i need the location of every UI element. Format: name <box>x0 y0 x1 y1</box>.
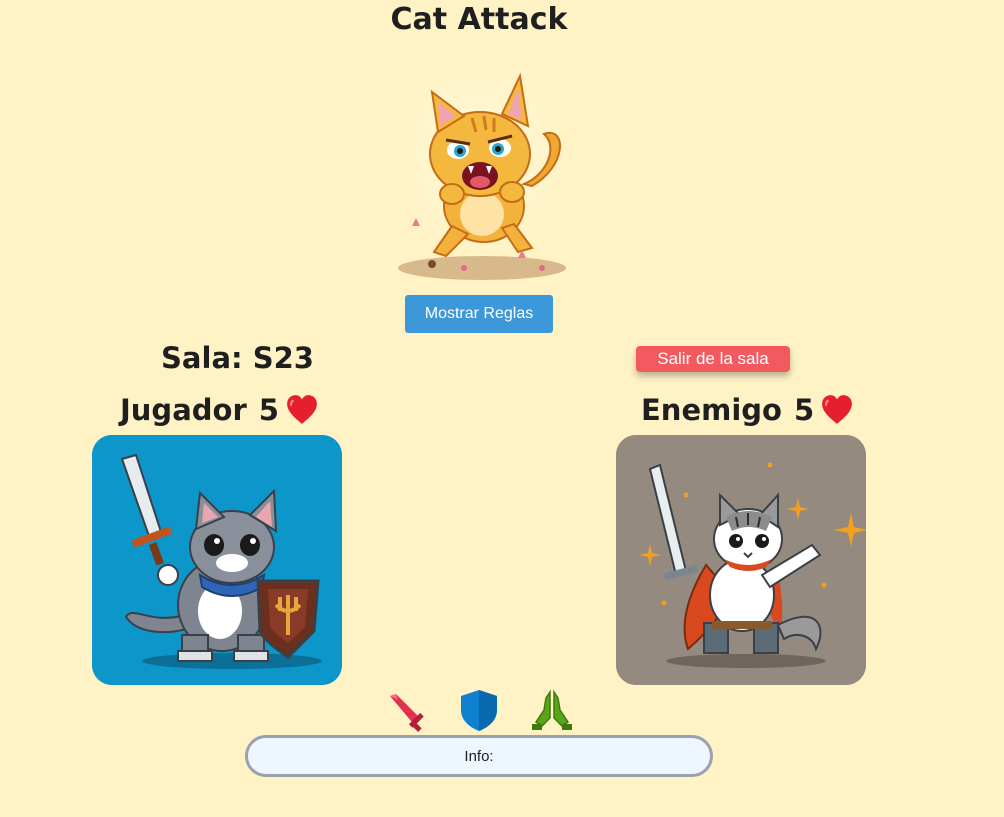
player-heading: Jugador 5 <box>120 393 319 427</box>
leave-room-button[interactable]: Salir de la sala <box>636 346 790 372</box>
player-cat-knight-image <box>92 435 342 685</box>
info-bar: Info: <box>245 735 713 777</box>
sword-icon[interactable] <box>384 688 428 732</box>
praying-hands-icon[interactable] <box>530 688 574 732</box>
game-title: Cat Attack <box>390 2 568 37</box>
player-card <box>92 435 342 685</box>
enemy-heading: Enemigo 5 <box>641 393 854 427</box>
cat-attack-logo <box>382 51 578 286</box>
show-rules-button[interactable]: Mostrar Reglas <box>405 295 553 333</box>
enemy-name: Enemigo <box>641 393 782 427</box>
player-lives: 5 <box>258 393 279 427</box>
info-label: Info: <box>464 747 494 765</box>
shield-icon[interactable] <box>457 688 501 732</box>
enemy-cat-warrior-image <box>616 435 866 685</box>
room-label: Sala: S23 <box>161 341 314 375</box>
action-bar <box>0 688 1004 734</box>
player-name: Jugador <box>120 393 247 427</box>
heart-icon <box>285 393 319 427</box>
enemy-lives: 5 <box>793 393 815 427</box>
enemy-card <box>616 435 866 685</box>
heart-icon <box>820 393 854 427</box>
game-screen: Cat Attack Mostrar Reglas Sala: S23 Sali… <box>0 0 1004 817</box>
